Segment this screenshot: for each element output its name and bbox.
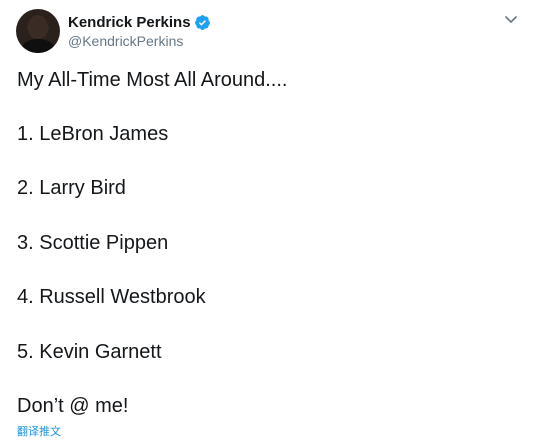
display-name-row: Kendrick Perkins bbox=[68, 12, 211, 32]
tweet-line-intro: My All-Time Most All Around.... bbox=[17, 69, 288, 91]
tweet-card: Kendrick Perkins @KendrickPerkins My All… bbox=[0, 0, 535, 443]
tweet-line-3: 3. Scottie Pippen bbox=[17, 232, 169, 254]
tweet-line-4: 4. Russell Westbrook bbox=[17, 286, 206, 308]
verified-badge-icon bbox=[194, 14, 211, 31]
avatar-face bbox=[28, 15, 48, 39]
tweet-line-2: 2. Larry Bird bbox=[17, 177, 126, 199]
chevron-down-icon[interactable] bbox=[501, 9, 521, 29]
translate-tweet-link[interactable]: 翻译推文 bbox=[17, 423, 61, 439]
avatar[interactable] bbox=[16, 9, 60, 53]
display-name[interactable]: Kendrick Perkins bbox=[68, 14, 191, 31]
author-handle[interactable]: @KendrickPerkins bbox=[68, 33, 211, 49]
tweet-line-5: 5. Kevin Garnett bbox=[17, 341, 162, 363]
tweet-line-1: 1. LeBron James bbox=[17, 123, 169, 145]
avatar-shirt bbox=[22, 39, 54, 53]
tweet-line-outro: Don’t @ me! bbox=[17, 395, 129, 417]
author-names: Kendrick Perkins @KendrickPerkins bbox=[68, 12, 211, 49]
tweet-header: Kendrick Perkins @KendrickPerkins bbox=[16, 9, 521, 53]
